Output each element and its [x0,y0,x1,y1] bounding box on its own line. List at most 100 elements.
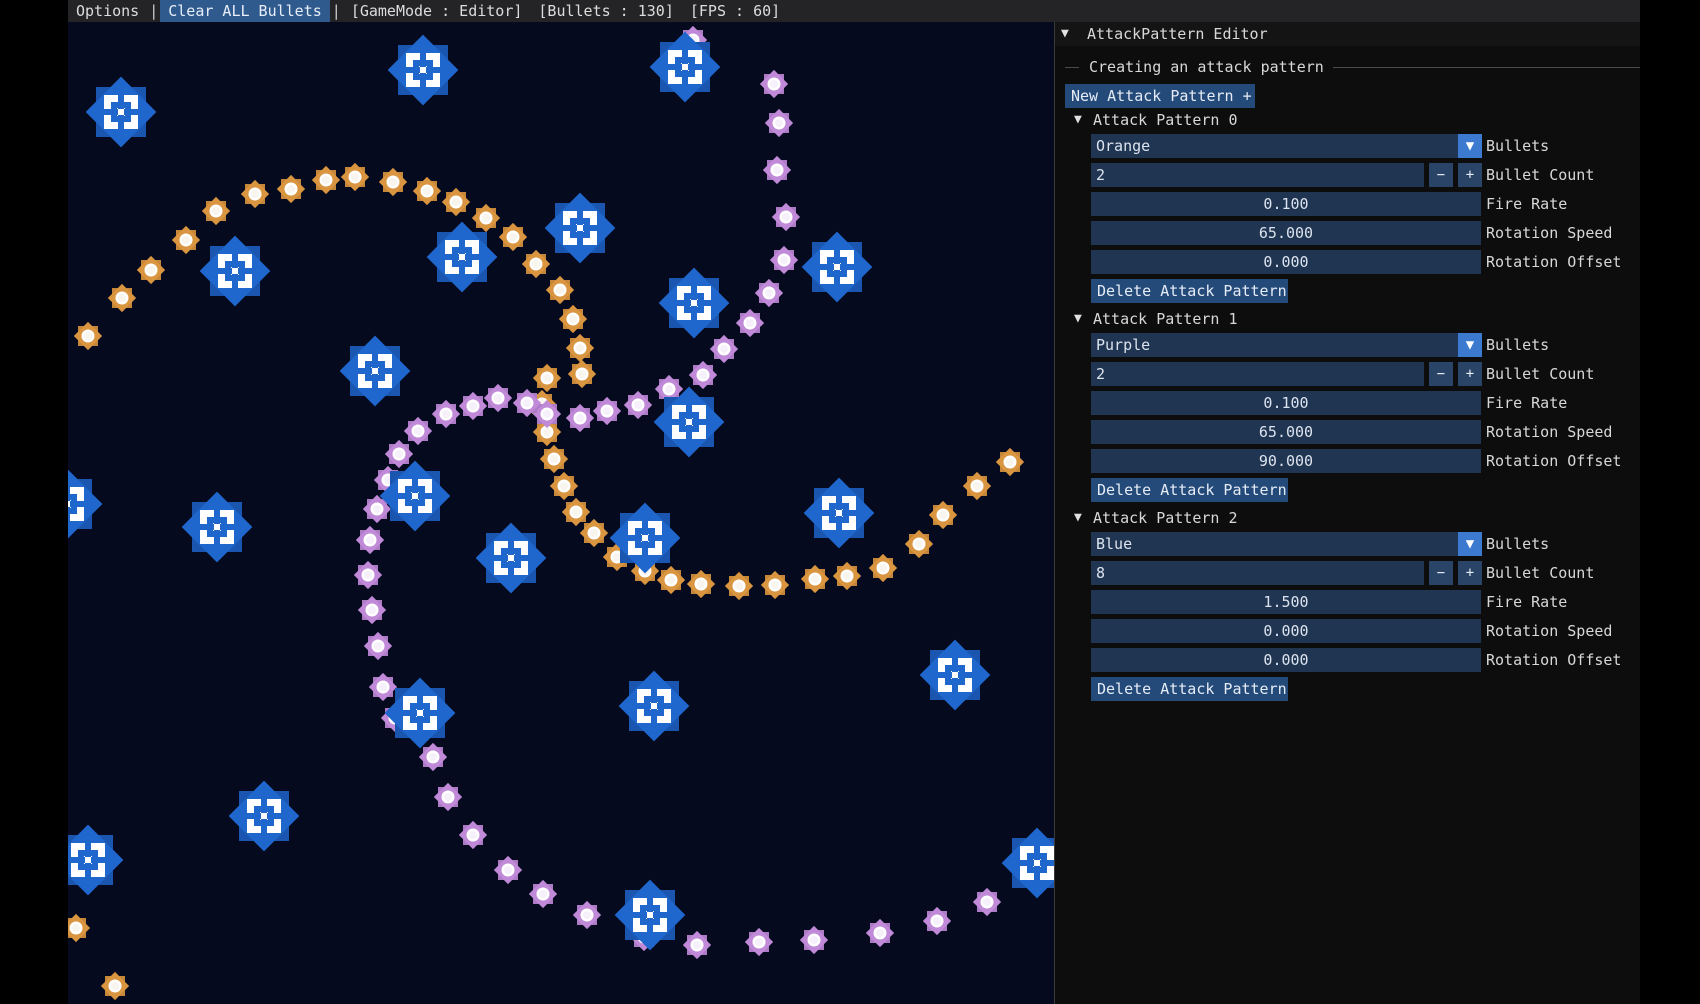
purple-bullet [384,439,414,469]
fire-rate-value: 1.500 [1263,593,1309,611]
blue-bullet [379,460,451,532]
blue-bullet [618,670,690,742]
orange-bullet [521,249,551,279]
rotation-speed-slider[interactable]: 65.000 [1091,420,1481,444]
purple-bullet [355,525,385,555]
bullets-combo-value: Orange [1096,137,1151,155]
purple-bullet [592,396,622,426]
purple-bullet [762,155,792,185]
rotation-offset-slider[interactable]: 0.000 [1091,648,1481,672]
delete-attack-pattern-button[interactable]: Delete Attack Pattern [1091,478,1288,502]
blue-bullet [387,34,459,106]
combo-dropdown-icon[interactable]: ▼ [1458,333,1482,357]
new-attack-pattern-button[interactable]: New Attack Pattern + [1065,84,1255,108]
bullets-combo[interactable]: Blue [1091,532,1481,556]
menu-separator: | [331,2,341,20]
bullets-combo[interactable]: Purple [1091,333,1481,357]
clear-all-bullets-button[interactable]: Clear ALL Bullets [160,0,330,22]
delete-attack-pattern-button[interactable]: Delete Attack Pattern [1091,279,1288,303]
rotation-speed-label: Rotation Speed [1486,622,1613,640]
combo-dropdown-icon[interactable]: ▼ [1458,134,1482,158]
orange-bullet [532,363,562,393]
fps-status: [FPS : 60] [689,2,781,20]
blue-bullet [228,780,300,852]
bullet-count-input[interactable]: 2 [1091,362,1424,386]
bullets-label: Bullets [1486,336,1550,354]
blue-bullet [68,468,103,540]
orange-bullet [962,471,992,501]
purple-bullet [433,782,463,812]
bullet-count-plus-button[interactable]: + [1458,163,1482,187]
bullet-count-label: Bullet Count [1486,564,1595,582]
purple-bullet [735,308,765,338]
fire-rate-label: Fire Rate [1486,195,1568,213]
attack-pattern-header[interactable]: Attack Pattern 2 [1093,506,1238,530]
bullet-count-minus-button[interactable]: − [1429,163,1453,187]
bullet-count-plus-button[interactable]: + [1458,561,1482,585]
options-menu[interactable]: Options [68,0,147,22]
separator-line [1065,67,1079,68]
bullet-count-status: [Bullets : 130] [538,2,674,20]
rotation-speed-slider[interactable]: 0.000 [1091,619,1481,643]
blue-bullet [803,477,875,549]
orange-bullet [928,500,958,530]
rotation-speed-slider[interactable]: 65.000 [1091,221,1481,245]
orange-bullet [171,225,201,255]
orange-bullet [686,569,716,599]
rotation-offset-slider[interactable]: 90.000 [1091,449,1481,473]
pattern-collapse-icon[interactable]: ▼ [1074,510,1082,525]
fire-rate-slider[interactable]: 0.100 [1091,391,1481,415]
blue-bullet [614,879,686,951]
bullets-combo[interactable]: Orange [1091,134,1481,158]
purple-bullet [759,69,789,99]
purple-bullet [363,631,393,661]
pattern-collapse-icon[interactable]: ▼ [1074,311,1082,326]
delete-attack-pattern-button[interactable]: Delete Attack Pattern [1091,677,1288,701]
rotation-speed-value: 65.000 [1258,224,1314,242]
blue-bullet [609,502,681,574]
fire-rate-label: Fire Rate [1486,593,1568,611]
bullet-count-input[interactable]: 2 [1091,163,1424,187]
purple-bullet [769,245,799,275]
blue-bullet [1001,827,1054,899]
purple-bullet [565,403,595,433]
purple-bullet [353,560,383,590]
purple-bullet [458,391,488,421]
bullet-count-minus-button[interactable]: − [1429,561,1453,585]
fire-rate-slider[interactable]: 1.500 [1091,590,1481,614]
attack-pattern-header[interactable]: Attack Pattern 0 [1093,108,1238,132]
attack-pattern-header[interactable]: Attack Pattern 1 [1093,307,1238,331]
bullets-combo-value: Purple [1096,336,1151,354]
rotation-offset-value: 0.000 [1263,651,1309,669]
fire-rate-label: Fire Rate [1486,394,1568,412]
purple-bullet [688,360,718,390]
bullet-count-label: Bullet Count [1486,166,1595,184]
blue-bullet [85,76,157,148]
combo-dropdown-icon[interactable]: ▼ [1458,532,1482,556]
rotation-offset-label: Rotation Offset [1486,651,1622,669]
bullet-count-value: 8 [1096,564,1106,582]
rotation-offset-slider[interactable]: 0.000 [1091,250,1481,274]
collapse-arrow-icon[interactable]: ▼ [1061,26,1069,41]
fire-rate-slider[interactable]: 0.100 [1091,192,1481,216]
orange-bullet [558,304,588,334]
orange-bullet [868,553,898,583]
bullet-count-input[interactable]: 8 [1091,561,1424,585]
editor-title: AttackPattern Editor [1087,25,1268,43]
bullet-field [68,25,1054,1001]
bullet-count-plus-button[interactable]: + [1458,362,1482,386]
blue-bullet [181,491,253,563]
blue-bullet [339,335,411,407]
orange-bullet [378,167,408,197]
orange-bullet [412,176,442,206]
pattern-collapse-icon[interactable]: ▼ [1074,112,1082,127]
orange-bullet [539,444,569,474]
bullet-count-minus-button[interactable]: − [1429,362,1453,386]
editor-title-bar[interactable]: ▼ AttackPattern Editor [1055,22,1640,46]
blue-bullet [68,824,124,896]
orange-bullet [73,321,103,351]
game-viewport[interactable] [68,22,1054,1004]
blue-bullet [919,639,991,711]
orange-bullet [724,571,754,601]
rotation-speed-value: 0.000 [1263,622,1309,640]
